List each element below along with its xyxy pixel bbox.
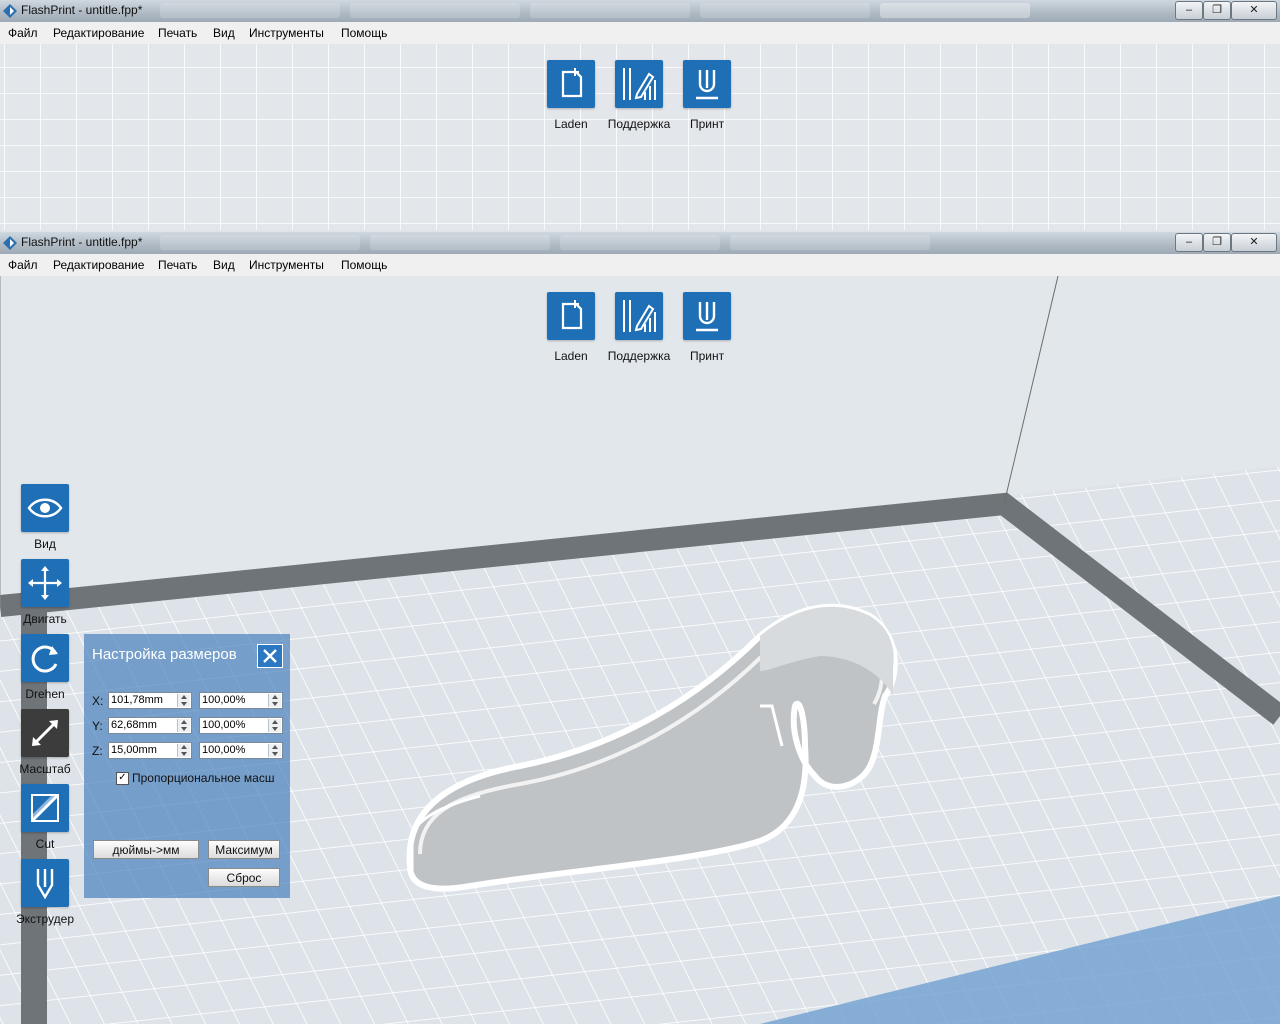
print-label: Принт <box>689 117 725 131</box>
proportional-checkbox[interactable]: ✓ <box>116 772 129 785</box>
load-button[interactable] <box>547 292 595 340</box>
menu-edit[interactable]: Редактирование <box>53 258 144 272</box>
y-size-input[interactable]: 62,68mm <box>108 717 192 734</box>
flashprint-logo-icon <box>3 236 17 250</box>
scale-settings-panel: Настройка размеров X: 101,78mm 100,00% Y… <box>84 634 290 898</box>
y-percent-input[interactable]: 100,00% <box>199 717 283 734</box>
close-window-button[interactable]: ✕ <box>1231 1 1277 20</box>
x-size-spinner[interactable] <box>177 694 190 707</box>
title-bar: FlashPrint - untitle.fpp* – ❐ ✕ <box>0 232 1280 254</box>
panel-close-button[interactable] <box>257 644 283 668</box>
extruder-icon <box>696 302 718 332</box>
x-percent-value: 100,00% <box>202 694 246 706</box>
view-tool-button[interactable] <box>21 484 69 532</box>
extruder-tool-label: Экструдер <box>16 912 74 926</box>
window-title: FlashPrint - untitle.fpp* <box>21 235 143 249</box>
eye-icon <box>27 498 63 518</box>
z-percent-value: 100,00% <box>202 744 246 756</box>
menu-tools[interactable]: Инструменты <box>249 258 324 272</box>
reset-button[interactable]: Сброс <box>208 868 280 887</box>
y-percent-value: 100,00% <box>202 719 246 731</box>
x-size-value: 101,78mm <box>111 694 163 706</box>
restore-button[interactable]: ❐ <box>1203 1 1231 20</box>
print-label: Принт <box>689 349 725 363</box>
cut-icon <box>30 793 60 823</box>
panel-title: Настройка размеров <box>92 646 237 663</box>
window-title: FlashPrint - untitle.fpp* <box>21 3 143 17</box>
title-bar: FlashPrint - untitle.fpp* – ❐ ✕ <box>0 0 1280 22</box>
y-size-spinner[interactable] <box>177 719 190 732</box>
x-percent-input[interactable]: 100,00% <box>199 692 283 709</box>
new-file-icon <box>561 68 583 98</box>
y-size-value: 62,68mm <box>111 719 157 731</box>
menu-print[interactable]: Печать <box>158 26 197 40</box>
menu-tools[interactable]: Инструменты <box>249 26 324 40</box>
window-top: FlashPrint - untitle.fpp* – ❐ ✕ Файл Ред… <box>0 0 1280 234</box>
new-file-icon <box>561 300 583 330</box>
close-icon <box>263 649 277 663</box>
proportional-label: Пропорциональное масш <box>132 771 275 785</box>
menu-file[interactable]: Файл <box>8 258 38 272</box>
menu-help[interactable]: Помощь <box>341 258 387 272</box>
support-icon <box>623 68 656 100</box>
menu-view[interactable]: Вид <box>213 258 235 272</box>
z-size-input[interactable]: 15,00mm <box>108 742 192 759</box>
print-button[interactable] <box>683 292 731 340</box>
z-size-spinner[interactable] <box>177 744 190 757</box>
support-button[interactable] <box>615 60 663 108</box>
y-percent-spinner[interactable] <box>268 719 281 732</box>
menu-edit[interactable]: Редактирование <box>53 26 144 40</box>
extruder-icon <box>696 70 718 100</box>
x-axis-label: X: <box>92 694 104 708</box>
move-arrows-icon <box>28 566 62 600</box>
x-size-input[interactable]: 101,78mm <box>108 692 192 709</box>
z-size-value: 15,00mm <box>111 744 157 756</box>
view-tool-label: Вид <box>34 537 56 551</box>
x-percent-spinner[interactable] <box>268 694 281 707</box>
close-window-button[interactable]: ✕ <box>1231 233 1277 252</box>
z-percent-input[interactable]: 100,00% <box>199 742 283 759</box>
support-button[interactable] <box>615 292 663 340</box>
rotate-tool-button[interactable] <box>21 634 69 682</box>
flashprint-logo-icon <box>3 4 17 18</box>
support-icon <box>623 300 656 332</box>
viewport-3d[interactable]: Laden Поддержка Принт Вид Двигать Drehen… <box>0 276 1280 1024</box>
extruder-tool-button[interactable] <box>21 859 69 907</box>
scale-tool-label: Масштаб <box>19 762 71 776</box>
rotate-tool-label: Drehen <box>25 687 65 701</box>
z-axis-label: Z: <box>92 744 103 758</box>
menu-help[interactable]: Помощь <box>341 26 387 40</box>
z-percent-spinner[interactable] <box>268 744 281 757</box>
extruder-icon <box>36 869 54 900</box>
menu-file[interactable]: Файл <box>8 26 38 40</box>
inch-to-mm-button[interactable]: дюймы->мм <box>93 840 199 859</box>
cut-tool-label: Cut <box>35 837 55 851</box>
menu-bar: Файл Редактирование Печать Вид Инструмен… <box>0 254 1280 277</box>
minimize-button[interactable]: – <box>1175 1 1203 20</box>
print-button[interactable] <box>683 60 731 108</box>
viewport-top[interactable]: Laden Поддержка Принт <box>0 44 1280 230</box>
cut-tool-button[interactable] <box>21 784 69 832</box>
restore-button[interactable]: ❐ <box>1203 233 1231 252</box>
scale-tool-button[interactable] <box>21 709 69 757</box>
window-main: FlashPrint - untitle.fpp* – ❐ ✕ Файл Ред… <box>0 232 1280 1024</box>
maximum-button[interactable]: Максимум <box>208 840 280 859</box>
rotate-icon <box>31 645 58 673</box>
y-axis-label: Y: <box>92 719 103 733</box>
move-tool-label: Двигать <box>23 612 67 626</box>
move-tool-button[interactable] <box>21 559 69 607</box>
menu-bar: Файл Редактирование Печать Вид Инструмен… <box>0 22 1280 45</box>
scale-arrow-icon <box>32 720 58 746</box>
menu-print[interactable]: Печать <box>158 258 197 272</box>
menu-view[interactable]: Вид <box>213 26 235 40</box>
minimize-button[interactable]: – <box>1175 233 1203 252</box>
load-button[interactable] <box>547 60 595 108</box>
